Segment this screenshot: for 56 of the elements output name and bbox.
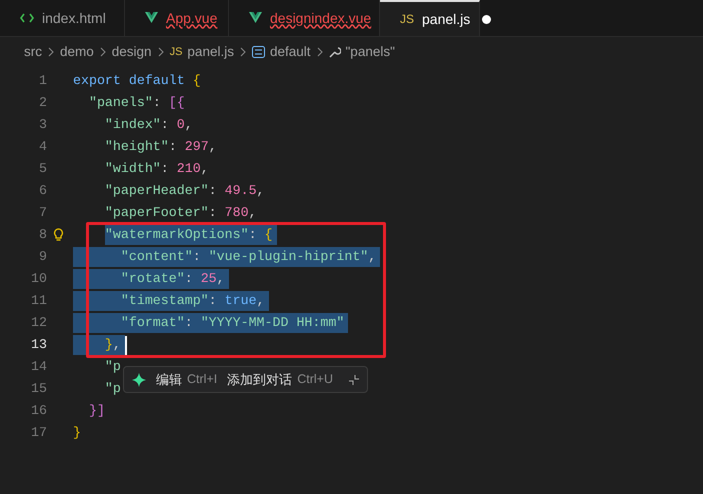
- wrench-icon: [328, 46, 341, 58]
- line-number: 14: [30, 358, 47, 376]
- line-number: 17: [30, 424, 47, 442]
- line-number: 3: [38, 116, 47, 134]
- line-number: 6: [38, 182, 47, 200]
- breadcrumb-item[interactable]: default: [270, 42, 311, 62]
- tab-label: designindex.vue: [270, 8, 372, 28]
- code-line: "p: [104, 380, 121, 398]
- js-icon: JS: [170, 44, 182, 60]
- breadcrumb-item[interactable]: design: [112, 42, 152, 62]
- chevron-icon: [48, 47, 54, 57]
- breadcrumb-item[interactable]: panel.js: [187, 42, 234, 62]
- line-number: 5: [38, 160, 47, 178]
- chat-action[interactable]: 添加到对话 Ctrl+U: [227, 370, 333, 390]
- vue-icon: [249, 12, 262, 24]
- line-number: 15: [30, 380, 47, 398]
- js-icon: JS: [400, 10, 414, 28]
- line-number: 9: [38, 248, 47, 266]
- line-number: 12: [30, 314, 47, 332]
- line-number: 11: [30, 292, 47, 310]
- code-line: }: [73, 424, 81, 442]
- vue-icon: [145, 12, 158, 24]
- line-number: 1: [38, 72, 47, 90]
- code-line: "panels": [{: [88, 94, 185, 112]
- editor-tab[interactable]: App.vue: [125, 0, 229, 36]
- tab-label: App.vue: [166, 8, 218, 28]
- code-line: "height": 297,: [104, 138, 217, 156]
- code-line: "p: [104, 358, 121, 376]
- text-cursor: [124, 336, 127, 354]
- chevron-icon: [158, 47, 164, 57]
- tab-label: index.html: [42, 8, 106, 28]
- sparkle-icon: [132, 372, 146, 386]
- line-number: 10: [30, 270, 47, 288]
- code-line: export default {: [73, 72, 201, 90]
- tab-label: panel.js: [422, 10, 470, 29]
- chevron-icon: [100, 47, 106, 57]
- breadcrumb-item[interactable]: "panels": [346, 42, 395, 62]
- code-brackets-icon: [20, 13, 34, 23]
- breadcrumb-item[interactable]: src: [24, 42, 42, 62]
- collapse-icon[interactable]: [349, 374, 359, 384]
- line-number: 7: [38, 204, 47, 222]
- code-line: "paperHeader": 49.5,: [104, 182, 265, 200]
- line-number: 4: [38, 138, 47, 156]
- breadcrumb-item[interactable]: demo: [60, 42, 94, 62]
- code-line: "paperFooter": 780,: [104, 204, 257, 222]
- code-line: }]: [88, 402, 105, 420]
- chevron-icon: [316, 47, 323, 57]
- chat-action[interactable]: 编辑 Ctrl+I: [156, 370, 218, 390]
- code-line: "width": 210,: [104, 160, 209, 178]
- editor-tab[interactable]: index.html: [0, 0, 125, 36]
- line-number: 8: [38, 226, 47, 244]
- line-number: 2: [38, 94, 47, 112]
- line-number: 16: [30, 402, 47, 420]
- line-number: 13: [30, 336, 47, 354]
- chevron-icon: [240, 47, 246, 57]
- code-line: "index": 0,: [104, 116, 193, 134]
